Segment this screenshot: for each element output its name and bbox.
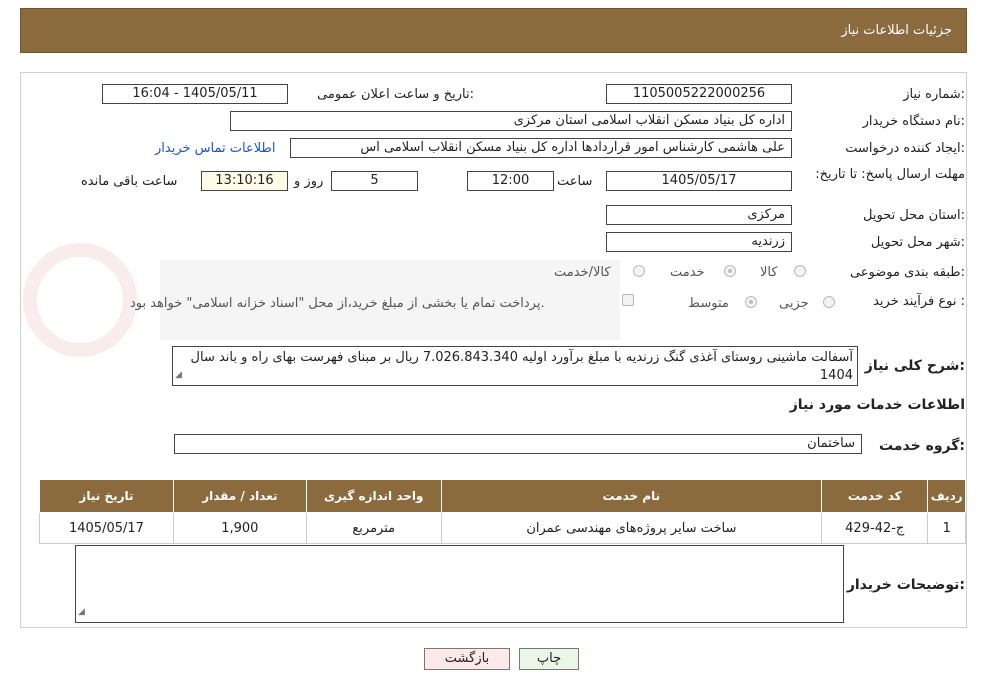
service-group-field[interactable]: ساختمان [174, 434, 862, 454]
description-text: آسفالت ماشینی روستای آغذی گنگ زرندیه با … [190, 350, 853, 383]
table-header-row: ردیف کد خدمت نام خدمت واحد اندازه گیری ت… [39, 479, 966, 513]
deadline-days-field[interactable]: 5 [331, 171, 418, 191]
table-header-cell: تاریخ نیاز [39, 479, 174, 513]
page-header: جزئیات اطلاعات نیاز [20, 8, 967, 53]
buyer-org-field[interactable]: اداره کل بنیاد مسکن انقلاب اسلامی استان … [230, 111, 792, 131]
deadline-time-label: ساعت [557, 174, 593, 189]
treasury-checkbox[interactable] [622, 294, 634, 306]
table-header-cell: واحد اندازه گیری [305, 479, 442, 513]
city-label: شهر محل تحویل: [870, 235, 965, 250]
print-button[interactable]: چاپ [519, 648, 579, 670]
buyer-contact-link[interactable]: اطلاعات تماس خریدار [155, 141, 275, 156]
category-option-service: خدمت [670, 265, 705, 280]
province-field[interactable]: مرکزی [606, 205, 792, 225]
need-number-field[interactable]: 1105005222000256 [606, 84, 792, 104]
city-field[interactable]: زرندیه [606, 232, 792, 252]
table-cell: مترمربع [305, 512, 442, 544]
services-section-title: اطلاعات خدمات مورد نیاز [789, 397, 965, 413]
table-header-cell: نام خدمت [440, 479, 823, 513]
deadline-time-field[interactable]: 12:00 [467, 171, 554, 191]
category-label: طبقه بندی موضوعی: [849, 265, 965, 280]
page-title: جزئیات اطلاعات نیاز [841, 23, 952, 38]
remaining-time-label: ساعت باقی مانده [81, 174, 178, 189]
process-radio-minor[interactable] [823, 296, 835, 308]
table-header-cell: کد خدمت [820, 479, 929, 513]
table-cell: 1,900 [172, 512, 307, 544]
resize-handle-icon[interactable]: ◢ [78, 603, 85, 621]
need-number-label: شماره نیاز: [903, 87, 965, 102]
description-textarea[interactable]: آسفالت ماشینی روستای آغذی گنگ زرندیه با … [172, 346, 858, 386]
buyer-org-label: نام دستگاه خریدار: [862, 114, 965, 129]
category-radio-goods[interactable] [794, 265, 806, 277]
process-radio-medium[interactable] [745, 296, 757, 308]
category-radio-goods-service[interactable] [633, 265, 645, 277]
table-cell: ج-42-429 [820, 512, 929, 544]
category-option-goods: کالا [760, 265, 778, 280]
treasury-checkbox-text: پرداخت تمام یا بخشی از مبلغ خرید،از محل … [130, 296, 545, 311]
table-cell: 1 [927, 512, 966, 544]
table-row: 1 ج-42-429 ساخت سایر پروژه‌های مهندسی عم… [39, 512, 966, 544]
announce-datetime-label: تاریخ و ساعت اعلان عمومی: [317, 87, 474, 102]
table-cell: ساخت سایر پروژه‌های مهندسی عمران [440, 512, 823, 544]
category-radio-service[interactable] [724, 265, 736, 277]
table-header-cell: تعداد / مقدار [172, 479, 307, 513]
table-header-cell: ردیف [927, 479, 966, 513]
requester-label: ایجاد کننده درخواست: [845, 141, 965, 156]
deadline-date-field[interactable]: 1405/05/17 [606, 171, 792, 191]
description-label: شرح کلی نیاز: [864, 358, 965, 374]
deadline-days-label: روز و [294, 174, 324, 189]
province-label: استان محل تحویل: [863, 208, 965, 223]
buyer-notes-label: توضیحات خریدار: [846, 577, 965, 593]
requester-field[interactable]: علی هاشمی کارشناس امور قراردادها اداره ک… [290, 138, 792, 158]
table-cell: 1405/05/17 [39, 512, 174, 544]
announce-datetime-field[interactable]: 1405/05/11 - 16:04 [102, 84, 288, 104]
buyer-notes-textarea[interactable]: ◢ [75, 545, 844, 623]
process-option-medium: متوسط [688, 296, 729, 311]
category-option-goods-service: کالا/خدمت [554, 265, 611, 280]
service-group-label: گروه خدمت: [879, 438, 965, 454]
resize-handle-icon[interactable]: ◢ [175, 366, 182, 384]
process-label: نوع فرآیند خرید : [873, 294, 965, 309]
remaining-time-field: 13:10:16 [201, 171, 288, 191]
process-option-minor: جزیی [779, 296, 809, 311]
services-table: ردیف کد خدمت نام خدمت واحد اندازه گیری ت… [39, 479, 966, 544]
back-button[interactable]: بازگشت [424, 648, 510, 670]
deadline-label: مهلت ارسال پاسخ: تا تاریخ: [815, 167, 965, 182]
